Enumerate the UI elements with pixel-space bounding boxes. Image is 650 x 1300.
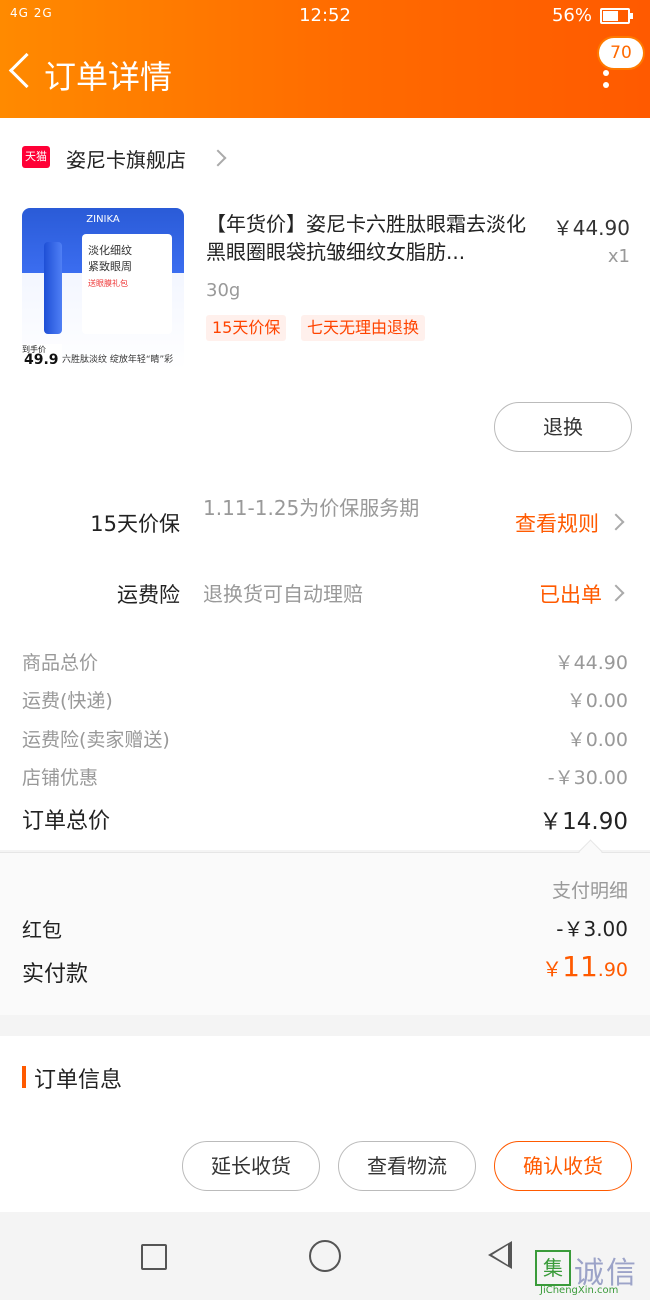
battery-icon	[600, 7, 633, 24]
app-header: 4G 2G 12:52 56% 订单详情 70	[0, 0, 650, 118]
tmall-logo: 天猫	[22, 146, 50, 168]
thumb-brand: ZINIKA	[86, 214, 120, 225]
order-total-value: ￥14.90	[539, 809, 628, 835]
battery-percent: 56%	[551, 5, 592, 26]
tag-return-policy: 七天无理由退换	[301, 315, 426, 341]
order-total-label: 订单总价	[22, 809, 111, 834]
product-price: ￥44.90	[552, 216, 630, 240]
return-button[interactable]: 退换	[494, 402, 632, 452]
thumb-gift: 送眼膜礼包	[88, 279, 128, 288]
view-rules-link[interactable]: 查看规则	[515, 508, 599, 538]
paid-currency: ￥	[542, 957, 563, 981]
paid-amount: ￥11.90	[542, 950, 628, 983]
payment-detail-title: 支付明细	[551, 880, 628, 902]
service-desc-price-protect: 1.11-1.25为价保服务期	[203, 496, 420, 520]
cost-label: 运费险(卖家赠送)	[22, 729, 170, 751]
back-icon[interactable]	[8, 52, 45, 89]
extend-receipt-button[interactable]: 延长收货	[182, 1141, 320, 1191]
service-label-price-protect: 15天价保	[90, 512, 180, 536]
cost-value: -￥30.00	[547, 767, 628, 789]
product-thumbnail[interactable]: ZINIKA 淡化细纹 紧致眼周 送眼膜礼包 到手价 49.9 六胜肽淡纹 绽放…	[22, 208, 184, 370]
section-accent-bar	[22, 1066, 26, 1088]
order-info-title: 订单信息	[34, 1068, 123, 1093]
cost-label: 运费(快递)	[22, 690, 113, 712]
cost-label: 店铺优惠	[22, 767, 99, 789]
paid-label: 实付款	[22, 962, 89, 987]
home-icon[interactable]	[309, 1240, 341, 1272]
back-nav-icon[interactable]	[488, 1241, 512, 1269]
paid-int: 11	[562, 950, 598, 983]
view-logistics-button[interactable]: 查看物流	[338, 1141, 476, 1191]
red-packet-value: -￥3.00	[556, 917, 628, 941]
red-packet-label: 红包	[22, 918, 62, 942]
cost-value: ￥0.00	[566, 690, 628, 712]
product-quantity: x1	[607, 246, 630, 267]
thumb-tube	[44, 242, 62, 334]
page-title: 订单详情	[44, 58, 173, 96]
recents-icon[interactable]	[141, 1244, 167, 1270]
issued-link[interactable]: 已出单	[539, 579, 602, 609]
service-label-shipping-insurance: 运费险	[117, 583, 180, 607]
confirm-receipt-button[interactable]: 确认收货	[494, 1141, 632, 1191]
status-right: 56%	[551, 5, 633, 26]
service-desc-shipping-insurance: 退换货可自动理赔	[203, 582, 363, 606]
product-spec: 30g	[206, 280, 241, 301]
tag-price-protect: 15天价保	[206, 315, 287, 341]
cost-label: 商品总价	[22, 652, 99, 674]
cost-value: ￥0.00	[566, 729, 628, 751]
thumb-text2: 紧致眼周	[88, 260, 132, 273]
watermark-url: JiChengXin.com	[540, 1285, 619, 1296]
watermark-logo-icon: 集	[535, 1250, 571, 1286]
thumb-text1: 淡化细纹	[88, 244, 132, 257]
thumb-price: 49.9	[24, 352, 59, 368]
more-icon[interactable]	[602, 70, 610, 94]
message-badge[interactable]: 70	[599, 38, 643, 68]
shop-name[interactable]: 姿尼卡旗舰店	[66, 144, 186, 173]
thumb-price-tag: 到手价 49.9	[22, 344, 62, 370]
product-title[interactable]: 【年货价】姿尼卡六胜肽眼霜去淡化黑眼圈眼袋抗皱细纹女脂肪...	[206, 210, 534, 266]
cost-value: ￥44.90	[554, 652, 628, 674]
paid-dec: .90	[597, 959, 628, 981]
thumb-slogan: 六胜肽淡纹 绽放年轻“睛”彩	[62, 355, 174, 365]
